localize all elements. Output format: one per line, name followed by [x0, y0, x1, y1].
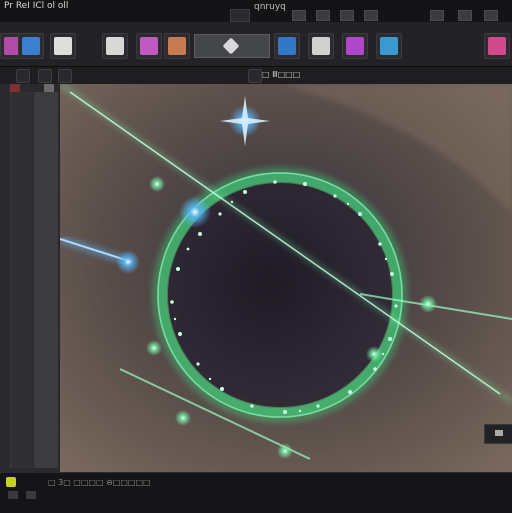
- monitor-icon: [312, 37, 330, 55]
- timeline-bar: □ 3□ □□□□ ⊖□□□□□: [0, 472, 512, 513]
- timeline-control-1[interactable]: [8, 491, 18, 499]
- mini-btn-7[interactable]: [484, 10, 498, 21]
- combo-1[interactable]: [230, 9, 250, 22]
- mini-btn-6[interactable]: [458, 10, 472, 21]
- subbar-btn-4[interactable]: [248, 69, 262, 83]
- pink-box-icon: [488, 37, 506, 55]
- node-glow-1: [179, 196, 211, 228]
- subbar-btn-1[interactable]: [16, 69, 30, 83]
- blue-square-button[interactable]: [274, 33, 300, 59]
- node-glow-3: [149, 176, 165, 192]
- node-glow-7: [419, 295, 437, 313]
- mini-btn-4[interactable]: [364, 10, 378, 21]
- blue-square-icon: [278, 37, 296, 55]
- image-button[interactable]: [164, 33, 190, 59]
- image-icon: [168, 37, 186, 55]
- timeline-control-2[interactable]: [26, 491, 36, 499]
- canvas-scene: [60, 84, 512, 472]
- subbar-btn-2[interactable]: [38, 69, 52, 83]
- node-glow-4: [146, 340, 162, 356]
- cyan-box-button[interactable]: [376, 33, 402, 59]
- brush-icon: [54, 37, 72, 55]
- expand-icon: [495, 430, 503, 436]
- node-glow-8: [366, 346, 382, 362]
- node-glow-5: [175, 410, 191, 426]
- record-icon[interactable]: [6, 477, 16, 487]
- left-panel: [0, 84, 60, 472]
- mini-btn-3[interactable]: [340, 10, 354, 21]
- purple-gem-button[interactable]: [342, 33, 368, 59]
- property-strip[interactable]: [34, 92, 58, 468]
- mini-btn-2[interactable]: [316, 10, 330, 21]
- subbar-label: □ Ⅲ□□□: [262, 70, 301, 79]
- title-bar: Pr ReI ICl ol oll qnruyq: [0, 0, 512, 22]
- monitor-button[interactable]: [308, 33, 334, 59]
- pink-cube-button[interactable]: [136, 33, 162, 59]
- mini-btn-5[interactable]: [430, 10, 444, 21]
- subbar-btn-3[interactable]: [58, 69, 72, 83]
- left-panel-tab-2[interactable]: [44, 84, 54, 92]
- cyan-box-icon: [380, 37, 398, 55]
- left-panel-tab[interactable]: [10, 84, 20, 92]
- canvas-viewport[interactable]: [60, 84, 512, 472]
- diamond-icon: [222, 37, 240, 55]
- blue-window-button[interactable]: [18, 33, 44, 59]
- active-tool-button[interactable]: [194, 34, 270, 58]
- toolbar-center-label: qnruyq: [254, 2, 286, 12]
- node-glow-2: [116, 250, 140, 274]
- toolbar: [0, 22, 512, 67]
- timeline-text: □ 3□ □□□□ ⊖□□□□□: [48, 478, 151, 487]
- viewport-corner-button[interactable]: [484, 424, 512, 444]
- purple-gem-icon: [346, 37, 364, 55]
- paper-button[interactable]: [102, 33, 128, 59]
- paper-icon: [106, 37, 124, 55]
- pink-box-button[interactable]: [484, 33, 510, 59]
- layer-strip[interactable]: [10, 92, 33, 468]
- mini-btn-1[interactable]: [292, 10, 306, 21]
- blue-window-icon: [22, 37, 40, 55]
- pink-cube-icon: [140, 37, 158, 55]
- node-glow-6: [277, 443, 293, 459]
- brush-button[interactable]: [50, 33, 76, 59]
- window-title: Pr ReI ICl ol oll: [4, 1, 69, 11]
- sub-toolbar: □ Ⅲ□□□: [0, 67, 512, 84]
